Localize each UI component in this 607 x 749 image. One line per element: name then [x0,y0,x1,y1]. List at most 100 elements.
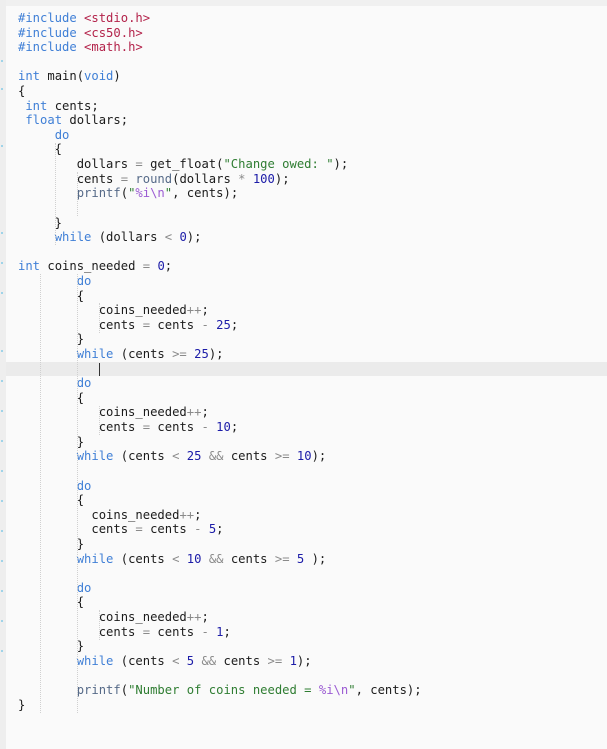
code-token: < [164,230,173,245]
code-line[interactable]: coins_needed++; [18,610,607,625]
gutter-marker [1,232,3,234]
code-line[interactable]: } [18,216,607,231]
code-line[interactable]: int cents; [18,99,607,114]
code-line[interactable]: { [18,142,607,157]
code-line[interactable]: while (cents < 10 && cents >= 5 ); [18,552,607,567]
code-line[interactable]: } [18,698,607,713]
gutter-marker [1,440,3,442]
code-line[interactable]: while (cents < 5 && cents >= 1); [18,654,607,669]
code-token: } [18,536,85,551]
code-token: && [208,551,224,566]
gutter-marker [1,620,3,622]
code-token: 100 [252,171,275,186]
code-token: float [25,113,63,128]
code-token: ); [296,653,312,668]
code-token: main( [40,69,85,84]
code-line[interactable]: { [18,493,607,508]
code-token: ; [230,420,239,435]
code-line[interactable]: coins_needed++; [18,303,607,318]
code-line[interactable]: #include <math.h> [18,40,607,55]
code-line[interactable]: printf("Number of coins needed = %i\n", … [18,683,607,698]
code-line[interactable]: coins_needed++; [18,405,607,420]
code-token: >= [267,653,283,668]
code-token: ); [208,347,224,362]
code-line[interactable]: cents = cents - 1; [18,625,607,640]
code-line[interactable]: ​ [18,668,607,683]
code-line[interactable]: int coins_needed = 0; [18,259,607,274]
code-area[interactable]: #include <stdio.h> #include <cs50.h> #incl… [6,11,607,713]
code-line[interactable]: cents = cents - 25; [18,318,607,333]
code-line[interactable]: int main(void) [18,69,607,84]
code-line[interactable]: do [18,581,607,596]
code-line[interactable]: while (cents >= 25); [18,347,607,362]
code-line[interactable]: do [18,376,607,391]
code-token: ; [201,405,209,420]
code-line[interactable]: float dollars; [18,113,607,128]
code-token: 25 [216,317,231,332]
code-token: do [76,376,92,391]
code-token: int [25,98,48,113]
code-line[interactable]: ​ [18,201,607,216]
code-line[interactable]: cents = cents - 5; [18,522,607,537]
code-token: - [201,624,209,639]
code-line[interactable]: } [18,332,607,347]
code-line[interactable]: } [18,639,607,654]
indent-guide [76,274,78,713]
code-line[interactable]: } [18,435,607,450]
code-token: coins_needed [18,303,187,318]
code-token: * [238,171,246,186]
code-token: "Number of coins needed = [128,683,319,698]
code-editor[interactable]: #include <stdio.h> #include <cs50.h> #incl… [6,6,607,749]
code-token: ++ [186,303,202,318]
code-line[interactable]: printf("%i\n", cents); [18,186,607,201]
code-token: && [208,449,224,464]
code-line[interactable]: while (dollars < 0); [18,230,607,245]
code-line[interactable]: ​ [18,245,607,260]
code-line[interactable]: cents = cents - 10; [18,420,607,435]
code-token: <math.h> [84,40,143,55]
code-line[interactable]: ​ [18,464,607,479]
code-line[interactable]: coins_needed++; [18,508,607,523]
code-token: } [18,434,85,449]
code-line[interactable]: } [18,537,607,552]
code-line[interactable]: ​ [18,55,607,70]
code-line[interactable]: do [18,479,607,494]
code-line[interactable]: cents = round(dollars * 100); [18,172,607,187]
code-token: (cents [113,347,173,362]
code-token: ) [113,69,121,84]
code-token: while [76,449,114,464]
code-token: ); [274,171,290,186]
code-line[interactable]: { [18,595,607,610]
code-token: cents [18,624,143,639]
code-token: %i\n [318,683,349,698]
code-token: while [76,653,114,668]
code-line[interactable]: ​ [18,566,607,581]
code-line[interactable]: ​ [6,361,607,377]
code-line[interactable]: #include <cs50.h> [18,26,607,41]
code-token: >= [172,347,187,362]
code-token: dollars; [62,113,129,128]
gutter-marker [1,60,3,62]
code-line[interactable]: do [18,274,607,289]
code-line[interactable]: while (cents < 25 && cents >= 10); [18,449,607,464]
code-token: while [76,347,114,362]
gutter-marker [1,530,3,532]
code-line[interactable]: dollars = get_float("Change owed: "); [18,157,607,172]
code-line[interactable]: #include <stdio.h> [18,11,607,26]
code-line[interactable]: do [18,128,607,143]
code-token: cents [216,653,268,668]
code-token: 0 [157,259,165,274]
code-token: #include [18,11,77,25]
code-token: = [135,522,143,537]
code-line[interactable]: { [18,391,607,406]
code-line[interactable]: { [18,289,607,304]
gutter-marker [1,292,3,294]
code-line[interactable]: { [18,84,607,99]
